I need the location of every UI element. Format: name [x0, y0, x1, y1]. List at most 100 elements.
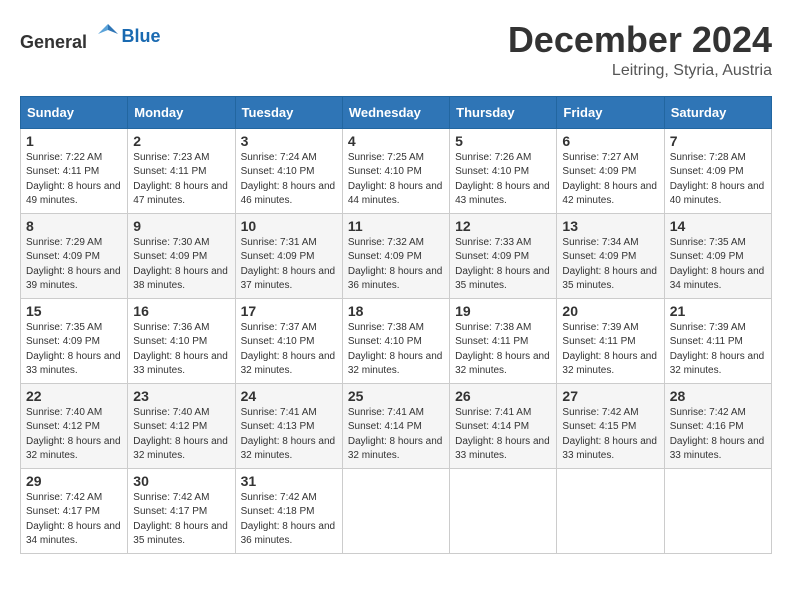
- day-number: 9: [133, 218, 229, 234]
- day-number: 13: [562, 218, 658, 234]
- day-detail: Sunrise: 7:35 AMSunset: 4:09 PMDaylight:…: [26, 322, 121, 377]
- logo-blue-text: Blue: [122, 26, 161, 47]
- calendar-cell: 18 Sunrise: 7:38 AMSunset: 4:10 PMDaylig…: [342, 298, 449, 383]
- day-detail: Sunrise: 7:42 AMSunset: 4:18 PMDaylight:…: [241, 492, 336, 547]
- calendar-cell: 14 Sunrise: 7:35 AMSunset: 4:09 PMDaylig…: [664, 213, 771, 298]
- day-number: 23: [133, 388, 229, 404]
- day-number: 31: [241, 473, 337, 489]
- weekday-header-friday: Friday: [557, 96, 664, 128]
- weekday-header-sunday: Sunday: [21, 96, 128, 128]
- day-detail: Sunrise: 7:36 AMSunset: 4:10 PMDaylight:…: [133, 322, 228, 377]
- day-number: 26: [455, 388, 551, 404]
- logo-general-text: General: [20, 32, 87, 52]
- calendar-cell: 1 Sunrise: 7:22 AMSunset: 4:11 PMDayligh…: [21, 128, 128, 213]
- calendar-week-row: 8 Sunrise: 7:29 AMSunset: 4:09 PMDayligh…: [21, 213, 772, 298]
- day-detail: Sunrise: 7:33 AMSunset: 4:09 PMDaylight:…: [455, 237, 550, 292]
- calendar-cell: 22 Sunrise: 7:40 AMSunset: 4:12 PMDaylig…: [21, 383, 128, 468]
- day-number: 25: [348, 388, 444, 404]
- calendar-cell: 27 Sunrise: 7:42 AMSunset: 4:15 PMDaylig…: [557, 383, 664, 468]
- calendar-cell: 15 Sunrise: 7:35 AMSunset: 4:09 PMDaylig…: [21, 298, 128, 383]
- calendar-cell: [342, 468, 449, 553]
- weekday-header-saturday: Saturday: [664, 96, 771, 128]
- day-number: 16: [133, 303, 229, 319]
- logo: General Blue: [20, 20, 161, 53]
- day-number: 11: [348, 218, 444, 234]
- calendar-cell: [664, 468, 771, 553]
- calendar-cell: 23 Sunrise: 7:40 AMSunset: 4:12 PMDaylig…: [128, 383, 235, 468]
- calendar-cell: 3 Sunrise: 7:24 AMSunset: 4:10 PMDayligh…: [235, 128, 342, 213]
- day-number: 20: [562, 303, 658, 319]
- calendar-cell: 8 Sunrise: 7:29 AMSunset: 4:09 PMDayligh…: [21, 213, 128, 298]
- day-detail: Sunrise: 7:24 AMSunset: 4:10 PMDaylight:…: [241, 152, 336, 207]
- day-detail: Sunrise: 7:23 AMSunset: 4:11 PMDaylight:…: [133, 152, 228, 207]
- day-detail: Sunrise: 7:39 AMSunset: 4:11 PMDaylight:…: [562, 322, 657, 377]
- day-detail: Sunrise: 7:26 AMSunset: 4:10 PMDaylight:…: [455, 152, 550, 207]
- day-detail: Sunrise: 7:38 AMSunset: 4:11 PMDaylight:…: [455, 322, 550, 377]
- calendar-cell: 25 Sunrise: 7:41 AMSunset: 4:14 PMDaylig…: [342, 383, 449, 468]
- day-detail: Sunrise: 7:22 AMSunset: 4:11 PMDaylight:…: [26, 152, 121, 207]
- calendar-week-row: 15 Sunrise: 7:35 AMSunset: 4:09 PMDaylig…: [21, 298, 772, 383]
- weekday-header-row: SundayMondayTuesdayWednesdayThursdayFrid…: [21, 96, 772, 128]
- calendar-cell: 6 Sunrise: 7:27 AMSunset: 4:09 PMDayligh…: [557, 128, 664, 213]
- day-detail: Sunrise: 7:35 AMSunset: 4:09 PMDaylight:…: [670, 237, 765, 292]
- month-title: December 2024: [508, 20, 772, 60]
- calendar-cell: 29 Sunrise: 7:42 AMSunset: 4:17 PMDaylig…: [21, 468, 128, 553]
- day-detail: Sunrise: 7:31 AMSunset: 4:09 PMDaylight:…: [241, 237, 336, 292]
- calendar-cell: 28 Sunrise: 7:42 AMSunset: 4:16 PMDaylig…: [664, 383, 771, 468]
- calendar-cell: 7 Sunrise: 7:28 AMSunset: 4:09 PMDayligh…: [664, 128, 771, 213]
- day-detail: Sunrise: 7:34 AMSunset: 4:09 PMDaylight:…: [562, 237, 657, 292]
- day-detail: Sunrise: 7:42 AMSunset: 4:15 PMDaylight:…: [562, 407, 657, 462]
- calendar-cell: 31 Sunrise: 7:42 AMSunset: 4:18 PMDaylig…: [235, 468, 342, 553]
- calendar-cell: 12 Sunrise: 7:33 AMSunset: 4:09 PMDaylig…: [450, 213, 557, 298]
- day-detail: Sunrise: 7:38 AMSunset: 4:10 PMDaylight:…: [348, 322, 443, 377]
- day-number: 6: [562, 133, 658, 149]
- day-number: 1: [26, 133, 122, 149]
- day-detail: Sunrise: 7:40 AMSunset: 4:12 PMDaylight:…: [26, 407, 121, 462]
- calendar-week-row: 29 Sunrise: 7:42 AMSunset: 4:17 PMDaylig…: [21, 468, 772, 553]
- day-number: 18: [348, 303, 444, 319]
- location-title: Leitring, Styria, Austria: [508, 62, 772, 80]
- day-detail: Sunrise: 7:42 AMSunset: 4:17 PMDaylight:…: [133, 492, 228, 547]
- calendar-cell: 30 Sunrise: 7:42 AMSunset: 4:17 PMDaylig…: [128, 468, 235, 553]
- day-number: 22: [26, 388, 122, 404]
- day-number: 15: [26, 303, 122, 319]
- weekday-header-tuesday: Tuesday: [235, 96, 342, 128]
- day-detail: Sunrise: 7:28 AMSunset: 4:09 PMDaylight:…: [670, 152, 765, 207]
- calendar-cell: 13 Sunrise: 7:34 AMSunset: 4:09 PMDaylig…: [557, 213, 664, 298]
- calendar-cell: 9 Sunrise: 7:30 AMSunset: 4:09 PMDayligh…: [128, 213, 235, 298]
- calendar-cell: 17 Sunrise: 7:37 AMSunset: 4:10 PMDaylig…: [235, 298, 342, 383]
- day-detail: Sunrise: 7:39 AMSunset: 4:11 PMDaylight:…: [670, 322, 765, 377]
- calendar-cell: [450, 468, 557, 553]
- day-number: 12: [455, 218, 551, 234]
- calendar-cell: 24 Sunrise: 7:41 AMSunset: 4:13 PMDaylig…: [235, 383, 342, 468]
- calendar-week-row: 22 Sunrise: 7:40 AMSunset: 4:12 PMDaylig…: [21, 383, 772, 468]
- day-detail: Sunrise: 7:42 AMSunset: 4:16 PMDaylight:…: [670, 407, 765, 462]
- day-detail: Sunrise: 7:41 AMSunset: 4:13 PMDaylight:…: [241, 407, 336, 462]
- page-header: General Blue December 2024 Leitring, Sty…: [20, 20, 772, 80]
- calendar-cell: 11 Sunrise: 7:32 AMSunset: 4:09 PMDaylig…: [342, 213, 449, 298]
- day-number: 29: [26, 473, 122, 489]
- day-number: 10: [241, 218, 337, 234]
- day-number: 14: [670, 218, 766, 234]
- day-detail: Sunrise: 7:37 AMSunset: 4:10 PMDaylight:…: [241, 322, 336, 377]
- day-number: 3: [241, 133, 337, 149]
- day-number: 2: [133, 133, 229, 149]
- logo-icon: [94, 20, 122, 48]
- title-area: December 2024 Leitring, Styria, Austria: [508, 20, 772, 80]
- day-detail: Sunrise: 7:29 AMSunset: 4:09 PMDaylight:…: [26, 237, 121, 292]
- calendar-cell: 5 Sunrise: 7:26 AMSunset: 4:10 PMDayligh…: [450, 128, 557, 213]
- calendar-cell: 16 Sunrise: 7:36 AMSunset: 4:10 PMDaylig…: [128, 298, 235, 383]
- day-number: 17: [241, 303, 337, 319]
- day-number: 5: [455, 133, 551, 149]
- day-detail: Sunrise: 7:27 AMSunset: 4:09 PMDaylight:…: [562, 152, 657, 207]
- calendar-cell: 19 Sunrise: 7:38 AMSunset: 4:11 PMDaylig…: [450, 298, 557, 383]
- day-detail: Sunrise: 7:30 AMSunset: 4:09 PMDaylight:…: [133, 237, 228, 292]
- calendar-cell: 2 Sunrise: 7:23 AMSunset: 4:11 PMDayligh…: [128, 128, 235, 213]
- day-number: 8: [26, 218, 122, 234]
- day-number: 7: [670, 133, 766, 149]
- day-number: 28: [670, 388, 766, 404]
- calendar-cell: 10 Sunrise: 7:31 AMSunset: 4:09 PMDaylig…: [235, 213, 342, 298]
- day-detail: Sunrise: 7:40 AMSunset: 4:12 PMDaylight:…: [133, 407, 228, 462]
- calendar-cell: 21 Sunrise: 7:39 AMSunset: 4:11 PMDaylig…: [664, 298, 771, 383]
- day-number: 4: [348, 133, 444, 149]
